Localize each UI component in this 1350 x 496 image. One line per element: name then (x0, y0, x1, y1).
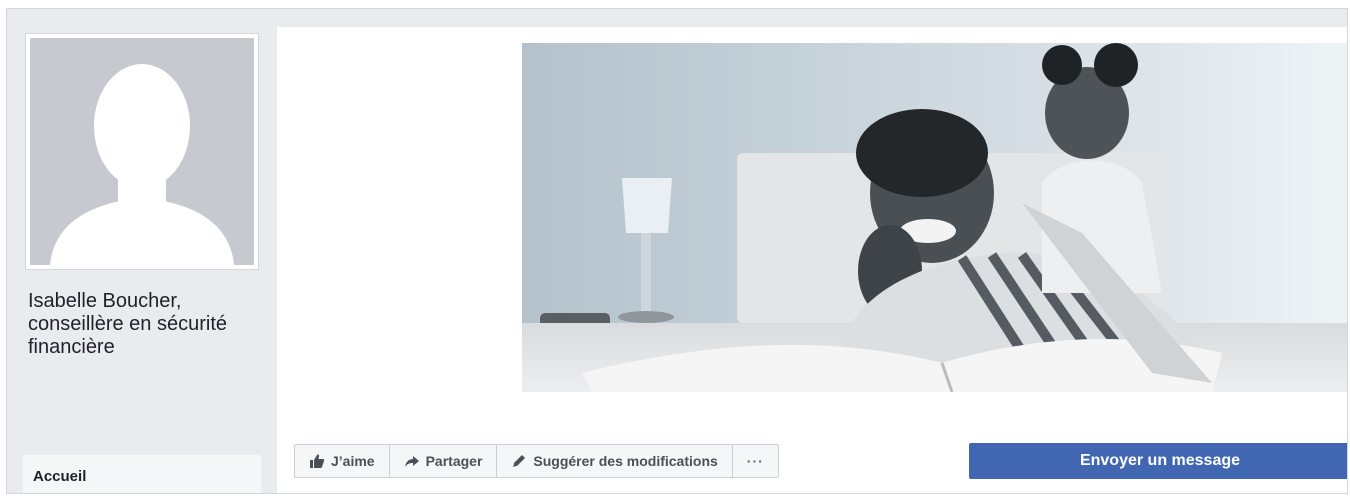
send-message-button-label: Envoyer un message (1079, 452, 1241, 469)
suggest-edits-button-label: Suggérer des modifications (533, 453, 718, 469)
page-title: Isabelle Boucher, conseillère en sécurit… (28, 290, 227, 358)
suggest-edits-button[interactable]: Suggérer des modifications (497, 445, 733, 477)
share-arrow-icon (404, 453, 420, 469)
page-frame: Isabelle Boucher, conseillère en sécurit… (6, 8, 1348, 494)
pencil-icon (511, 453, 527, 469)
default-avatar-silhouette (30, 38, 254, 265)
ellipsis-icon: ··· (746, 453, 764, 469)
more-options-button[interactable]: ··· (733, 445, 778, 477)
main-panel: J’aime Partager Suggérer des modificatio… (277, 27, 1347, 493)
thumbs-up-icon (309, 453, 325, 469)
share-button[interactable]: Partager (390, 445, 498, 477)
like-button-label: J’aime (331, 453, 375, 469)
profile-picture[interactable] (25, 33, 259, 270)
share-button-label: Partager (425, 453, 483, 469)
like-button[interactable]: J’aime (295, 445, 390, 477)
left-navigation: Accueil (23, 455, 261, 493)
page-action-bar: J’aime Partager Suggérer des modificatio… (294, 444, 779, 478)
nav-item-home[interactable]: Accueil (33, 468, 86, 485)
send-message-button[interactable]: Envoyer un message (969, 443, 1347, 479)
cover-photo[interactable] (522, 43, 1347, 392)
